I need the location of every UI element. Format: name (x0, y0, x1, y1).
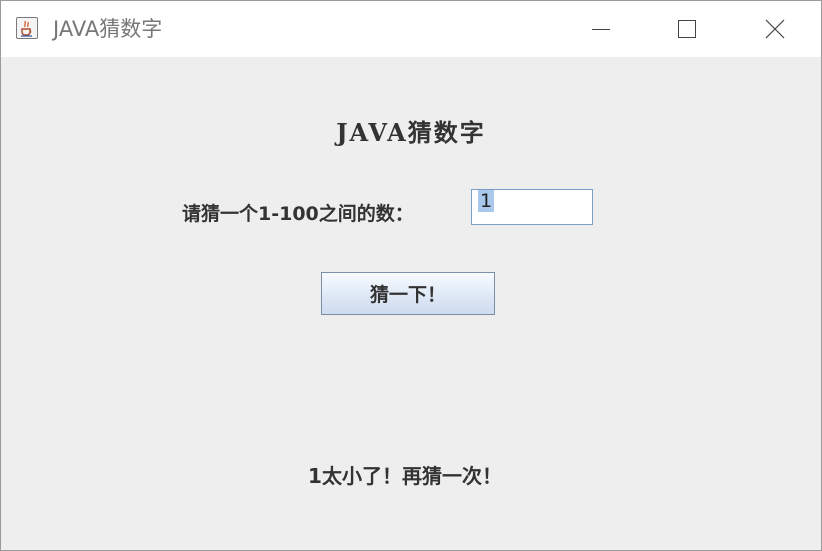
window-title: JAVA猜数字 (53, 17, 163, 41)
minimize-icon (592, 29, 610, 30)
page-title: JAVA猜数字 (336, 118, 486, 147)
app-window: JAVA猜数字 JAVA猜数字 请猜一个1-100之间的数： 1 猜一下！ 1太… (0, 0, 822, 551)
result-message: 1太小了！再猜一次！ (308, 464, 502, 488)
guess-input-value: 1 (478, 190, 495, 212)
minimize-button[interactable] (557, 1, 645, 57)
maximize-button[interactable] (643, 1, 731, 57)
title-bar[interactable]: JAVA猜数字 (1, 1, 821, 57)
maximize-icon (678, 20, 696, 38)
guess-button[interactable]: 猜一下！ (321, 272, 495, 315)
close-icon (765, 19, 785, 39)
java-cup-icon (16, 17, 38, 39)
prompt-label: 请猜一个1-100之间的数： (182, 203, 414, 225)
guess-input[interactable]: 1 (471, 189, 593, 225)
close-button[interactable] (731, 1, 819, 57)
content-pane: JAVA猜数字 请猜一个1-100之间的数： 1 猜一下！ 1太小了！再猜一次！ (1, 57, 821, 550)
